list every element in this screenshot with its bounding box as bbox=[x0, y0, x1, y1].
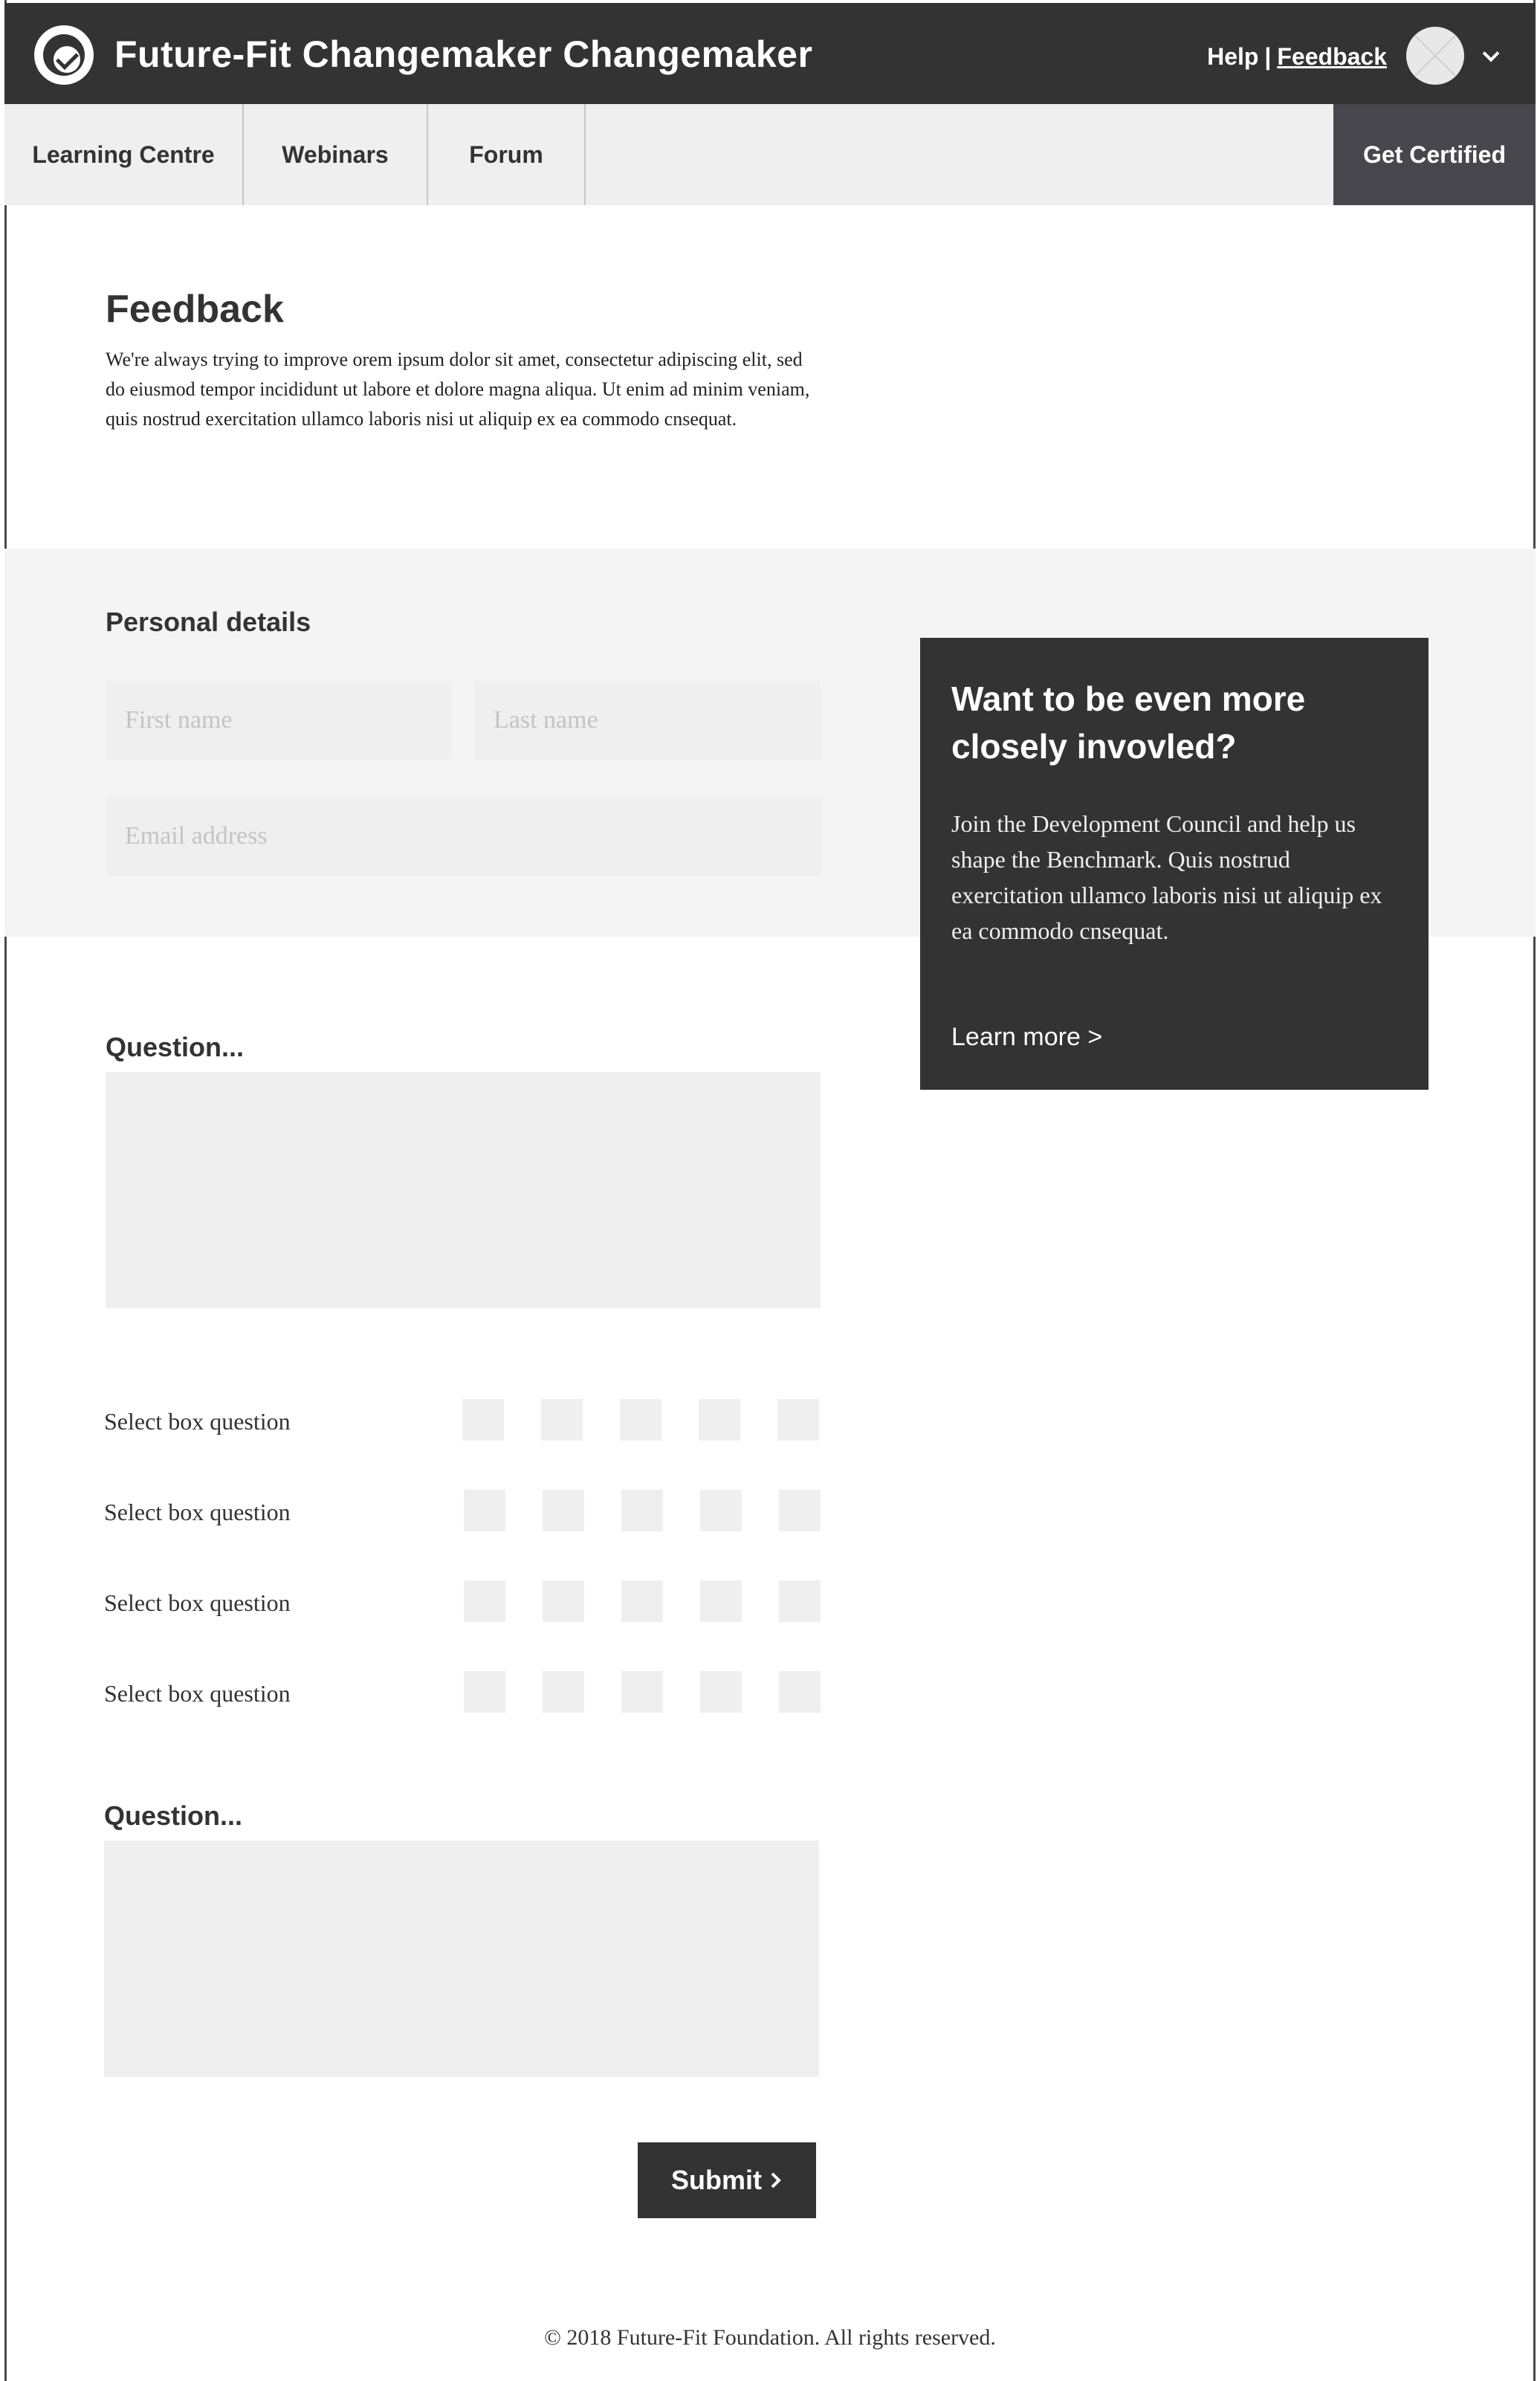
select-box[interactable] bbox=[699, 1399, 740, 1441]
select-box[interactable] bbox=[543, 1580, 584, 1622]
submit-label: Submit bbox=[671, 2165, 762, 2195]
select-box[interactable] bbox=[543, 1671, 584, 1713]
question-textarea-2[interactable] bbox=[104, 1841, 819, 2077]
select-box[interactable] bbox=[464, 1490, 505, 1531]
chevron-down-icon[interactable] bbox=[1482, 45, 1500, 62]
first-name-field[interactable]: First name bbox=[106, 681, 452, 760]
select-box[interactable] bbox=[541, 1399, 583, 1441]
chevron-right-icon bbox=[771, 2172, 781, 2188]
select-box[interactable] bbox=[464, 1671, 505, 1713]
help-link[interactable]: Help bbox=[1207, 43, 1258, 70]
select-question-label: Select box question bbox=[104, 1589, 291, 1616]
select-question-label: Select box question bbox=[104, 1408, 291, 1435]
intro-text: We're always trying to improve orem ipsu… bbox=[106, 349, 810, 430]
select-box[interactable] bbox=[779, 1580, 821, 1622]
select-box[interactable] bbox=[462, 1399, 504, 1441]
select-box[interactable] bbox=[700, 1580, 742, 1622]
nav-learning-centre[interactable]: Learning Centre bbox=[4, 104, 244, 205]
personal-details-title: Personal details bbox=[106, 607, 311, 637]
last-name-field[interactable]: Last name bbox=[474, 681, 821, 760]
link-separator: | bbox=[1264, 43, 1272, 70]
question-label-1: Question... bbox=[106, 1032, 245, 1062]
select-box[interactable] bbox=[700, 1671, 742, 1713]
select-box[interactable] bbox=[620, 1399, 661, 1441]
header-links: Help | Feedback bbox=[1207, 43, 1387, 71]
get-certified-button[interactable]: Get Certified bbox=[1333, 104, 1536, 205]
select-box[interactable] bbox=[700, 1490, 742, 1531]
question-textarea-1[interactable] bbox=[106, 1072, 821, 1308]
learn-more-link[interactable]: Learn more > bbox=[951, 1023, 1102, 1052]
promo-title: Want to be even more closely invovled? bbox=[951, 679, 1306, 766]
nav-webinars[interactable]: Webinars bbox=[244, 104, 428, 205]
select-box[interactable] bbox=[621, 1671, 663, 1713]
main-nav: Learning Centre Webinars Forum Get Certi… bbox=[4, 104, 1536, 205]
select-box[interactable] bbox=[779, 1671, 821, 1713]
promo-text: Join the Development Council and help us… bbox=[951, 810, 1382, 944]
select-box[interactable] bbox=[543, 1490, 584, 1531]
avatar-placeholder-icon[interactable] bbox=[1406, 27, 1464, 85]
brand-title[interactable]: Future-Fit Changemaker Changemaker bbox=[114, 33, 812, 76]
development-council-card: Want to be even more closely invovled? J… bbox=[920, 638, 1429, 1090]
select-box[interactable] bbox=[464, 1580, 505, 1622]
select-box[interactable] bbox=[621, 1490, 663, 1531]
select-box[interactable] bbox=[777, 1399, 819, 1441]
future-fit-logo-icon[interactable] bbox=[34, 25, 94, 85]
nav-forum[interactable]: Forum bbox=[428, 104, 586, 205]
top-header: Future-Fit Changemaker Changemaker Help |… bbox=[4, 3, 1536, 104]
page-title: Feedback bbox=[106, 288, 284, 331]
question-label-2: Question... bbox=[104, 1800, 243, 1831]
select-question-label: Select box question bbox=[104, 1499, 291, 1525]
footer-copyright: © 2018 Future-Fit Foundation. All rights… bbox=[544, 2325, 996, 2350]
select-question-label: Select box question bbox=[104, 1680, 291, 1707]
select-box[interactable] bbox=[621, 1580, 663, 1622]
feedback-link[interactable]: Feedback bbox=[1277, 43, 1387, 70]
email-field[interactable]: Email address bbox=[106, 797, 821, 876]
submit-button[interactable]: Submit bbox=[638, 2142, 816, 2218]
select-box[interactable] bbox=[779, 1490, 821, 1531]
